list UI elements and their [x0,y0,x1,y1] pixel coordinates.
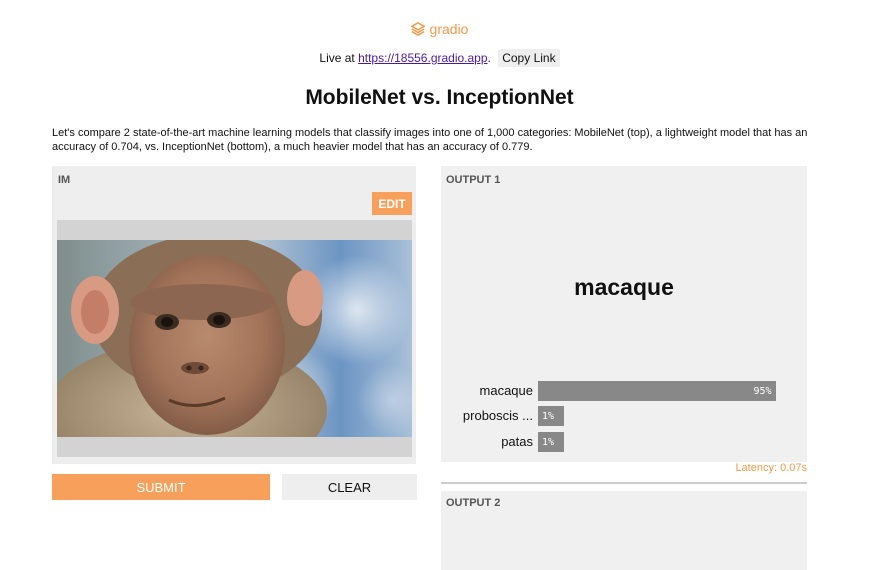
confidence-value: 95% [753,385,772,397]
image-input-label: IM [58,174,71,186]
confidence-row: patas 1% [441,432,807,452]
copy-link-button[interactable]: Copy Link [498,49,560,67]
live-link-bar: Live at https://18556.gradio.app. Copy L… [0,49,879,67]
latency-text: Latency: 0.07s [735,462,807,474]
confidence-row: macaque 95% [441,381,807,401]
gradio-logo-icon [410,22,425,36]
edit-button[interactable]: EDIT [372,192,412,215]
monkey-image[interactable] [57,240,412,437]
page-title: MobileNet vs. InceptionNet [305,86,574,109]
confidence-label: macaque [479,383,533,398]
gradio-logo: gradio [0,21,879,37]
live-url-link[interactable]: https://18556.gradio.app [358,51,487,65]
confidence-value: 1% [542,436,555,448]
clear-button[interactable]: CLEAR [282,474,417,500]
confidence-bar: 95% [538,381,776,401]
confidence-bar: 1% [538,432,564,452]
submit-button[interactable]: SUBMIT [52,474,270,500]
page-description: Let's compare 2 state-of-the-art machine… [52,127,808,153]
output-1-top-label: macaque [574,274,674,300]
live-prefix: Live at [319,51,359,65]
confidence-value: 1% [542,410,555,422]
output-1-label: OUTPUT 1 [446,174,501,186]
live-suffix: . [487,51,491,65]
confidence-label: proboscis ... [462,408,533,423]
brand-name: gradio [429,21,469,37]
confidence-label: patas [501,434,533,449]
output-divider [441,482,807,484]
confidence-row: proboscis ... 1% [441,406,807,426]
output-2-label: OUTPUT 2 [446,497,501,509]
confidence-bar: 1% [538,406,564,426]
